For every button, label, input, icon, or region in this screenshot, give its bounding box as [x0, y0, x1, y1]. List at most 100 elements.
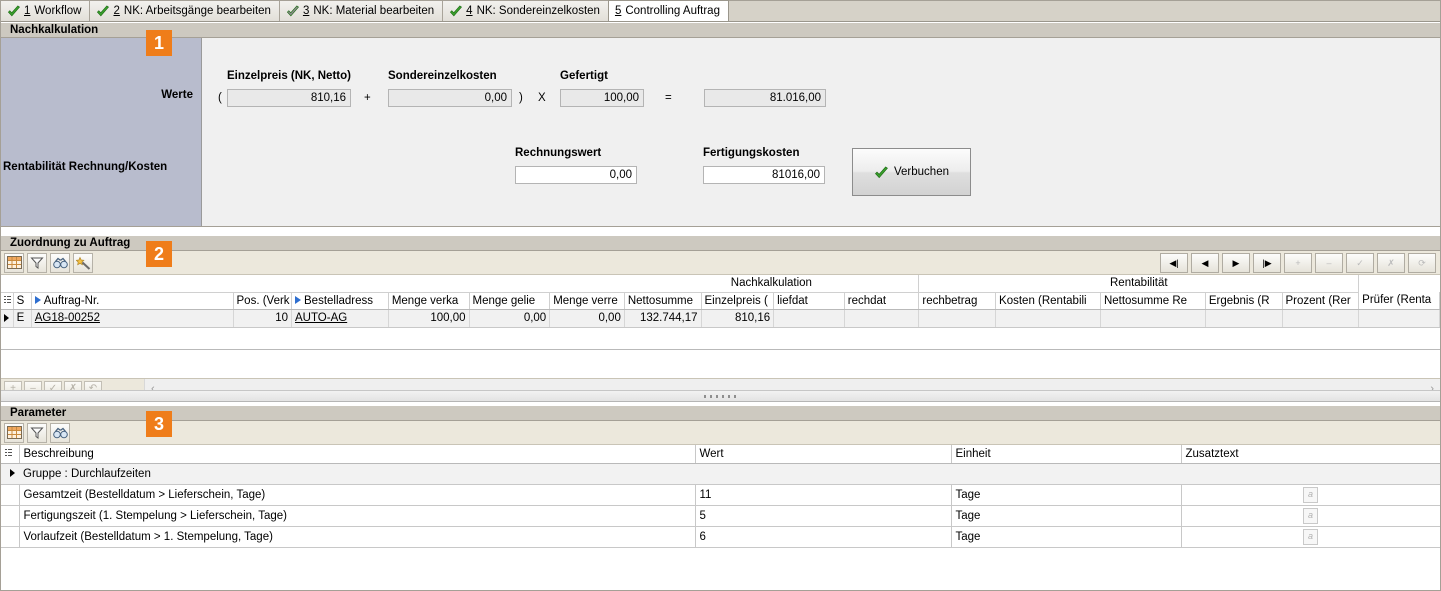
parameter-group-row[interactable]: Gruppe : Durchlaufzeiten [1, 463, 1440, 485]
column-header-pos[interactable]: Pos. (Verk [233, 292, 292, 310]
ergebnis-field[interactable]: 81.016,00 [704, 89, 826, 107]
cell-menge_geliefert[interactable]: 0,00 [469, 309, 551, 328]
tab-number: 4 [466, 5, 473, 17]
cell-s[interactable]: E [13, 309, 32, 328]
link-text[interactable]: AUTO-AG [295, 312, 347, 324]
binoculars-icon[interactable] [50, 422, 70, 443]
column-header-marker[interactable] [1, 292, 14, 310]
tab-2[interactable]: 2 NK: Arbeitsgänge bearbeiten [89, 0, 280, 21]
cell-menge_verkauft[interactable]: 100,00 [388, 309, 470, 328]
grid-layout-icon[interactable] [4, 422, 24, 443]
next-record-button[interactable]: ▶ [1222, 253, 1250, 273]
cell-rechbetrag[interactable] [918, 309, 997, 328]
memo-icon[interactable]: a [1303, 507, 1318, 524]
column-header-rechbetrag[interactable]: rechbetrag [918, 292, 997, 310]
filter-icon[interactable] [27, 252, 47, 273]
tab-4[interactable]: 4 NK: Sondereinzelkosten [442, 0, 609, 21]
horizontal-splitter[interactable] [0, 390, 1441, 402]
column-header-prozent[interactable]: Prozent (Rer [1282, 292, 1360, 310]
cell-nettosumme_rech[interactable] [1100, 309, 1206, 328]
column-chooser-icon[interactable] [4, 295, 11, 305]
sondereinzelkosten-field[interactable]: 0,00 [388, 89, 512, 107]
column-header-auftrag[interactable]: Auftrag-Nr. [31, 292, 234, 310]
memo-icon[interactable]: a [1303, 528, 1318, 545]
last-record-button[interactable]: |▶ [1253, 253, 1281, 273]
cell-einheit[interactable]: Tage [951, 526, 1182, 548]
column-header-s[interactable]: S [13, 292, 32, 310]
column-header-liefdat[interactable]: liefdat [773, 292, 845, 310]
tab-5[interactable]: 5 Controlling Auftrag [607, 0, 729, 21]
tab-number: 3 [302, 5, 310, 17]
tab-3[interactable]: 3 NK: Material bearbeiten [278, 0, 444, 21]
column-chooser-cell[interactable] [1, 445, 20, 464]
column-header-nettosumme[interactable]: Nettosumme [624, 292, 702, 310]
cell-prozent[interactable] [1282, 309, 1360, 328]
column-header-ergebnis[interactable]: Ergebnis (R [1205, 292, 1283, 310]
prev-record-button[interactable]: ◀ [1191, 253, 1219, 273]
parameter-row[interactable]: Fertigungszeit (1. Stempelung > Liefersc… [1, 505, 1441, 527]
rechnungswert-field[interactable]: 0,00 [515, 166, 637, 184]
parameter-column-header[interactable]: Beschreibung [19, 445, 696, 464]
column-chooser-icon[interactable] [5, 449, 12, 459]
wizard-icon[interactable] [73, 252, 93, 273]
fertigungskosten-field[interactable]: 81016,00 [703, 166, 825, 184]
cell-pruefer[interactable] [1358, 309, 1440, 328]
cell-bestelladresse[interactable]: AUTO-AG [291, 309, 389, 328]
label-rentabilitaet-rechnung-kosten: Rentabilität Rechnung/Kosten [3, 161, 168, 173]
parameter-row[interactable]: Vorlaufzeit (Bestelldatum > 1. Stempelun… [1, 526, 1441, 548]
cell-beschreibung[interactable]: Fertigungszeit (1. Stempelung > Liefersc… [19, 505, 696, 527]
cell-einheit[interactable]: Tage [951, 484, 1182, 506]
first-record-button[interactable]: ◀| [1160, 253, 1188, 273]
column-header-nettosumme_rech[interactable]: Nettosumme Re [1100, 292, 1206, 310]
filter-icon[interactable] [27, 422, 47, 443]
column-header-menge_geliefert[interactable]: Menge gelie [469, 292, 551, 310]
parameter-title-text: Parameter [10, 407, 67, 419]
cell-kosten[interactable] [995, 309, 1101, 328]
cell-pos[interactable]: 10 [233, 309, 292, 328]
memo-icon[interactable]: a [1303, 486, 1318, 503]
cell-beschreibung[interactable]: Gesamtzeit (Bestelldatum > Lieferschein,… [19, 484, 696, 506]
parameter-column-header[interactable]: Einheit [951, 445, 1182, 464]
einzelpreis-field[interactable]: 810,16 [227, 89, 351, 107]
cell-rechdat[interactable] [844, 309, 920, 328]
link-text[interactable]: AG18-00252 [35, 312, 100, 324]
cell-wert[interactable]: 11 [695, 484, 952, 506]
parameter-row[interactable]: Gesamtzeit (Bestelldatum > Lieferschein,… [1, 484, 1441, 506]
cell-zusatztext[interactable]: a [1181, 505, 1441, 527]
column-header-einzelpreis[interactable]: Einzelpreis ( [701, 292, 775, 310]
cell-einzelpreis[interactable]: 810,16 [701, 309, 775, 328]
binoculars-icon[interactable] [50, 252, 70, 273]
tab-1[interactable]: 1 Workflow [0, 0, 91, 21]
column-header-menge_verrechnet[interactable]: Menge verre [549, 292, 625, 310]
cell-beschreibung[interactable]: Vorlaufzeit (Bestelldatum > 1. Stempelun… [19, 526, 696, 548]
cell-wert[interactable]: 5 [695, 505, 952, 527]
column-header-menge_verkauft[interactable]: Menge verka [388, 292, 470, 310]
cell-zusatztext[interactable]: a [1181, 526, 1441, 548]
cell-einheit[interactable]: Tage [951, 505, 1182, 527]
tab-label: NK: Sondereinzelkosten [476, 5, 600, 17]
parameter-header-row: Beschreibung Wert Einheit Zusatztext [1, 445, 1441, 464]
main-tab-bar: 1 Workflow 2 NK: Arbeitsgänge bearbeiten 3… [0, 0, 1441, 22]
label-sondereinzelkosten: Sondereinzelkosten [388, 70, 497, 82]
verbuchen-button[interactable]: Verbuchen [852, 148, 971, 196]
cell-menge_verrechnet[interactable]: 0,00 [549, 309, 625, 328]
parameter-column-header[interactable]: Zusatztext [1181, 445, 1441, 464]
cell-liefdat[interactable] [773, 309, 845, 328]
column-header-bestelladresse[interactable]: Bestelladress [291, 292, 389, 310]
cell-auftrag[interactable]: AG18-00252 [31, 309, 234, 328]
column-header-pruefer[interactable]: Prüfer (Renta [1358, 292, 1440, 310]
cell-zusatztext[interactable]: a [1181, 484, 1441, 506]
cell-nettosumme[interactable]: 132.744,17 [624, 309, 702, 328]
cell-wert[interactable]: 6 [695, 526, 952, 548]
table-row[interactable]: E AG18-00252 10 AUTO-AG 100,00 0,00 0,00 132.74… [1, 309, 1440, 328]
column-group-header: Nachkalkulation [624, 275, 920, 293]
cell-ergebnis[interactable] [1205, 309, 1283, 328]
cell-marker[interactable] [1, 309, 14, 328]
record-navigator: ◀| ◀ ▶ |▶ + – ✓ ✗ ⟳ [1160, 253, 1436, 273]
column-header-rechdat[interactable]: rechdat [844, 292, 920, 310]
gefertigt-field[interactable]: 100,00 [560, 89, 644, 107]
column-header-kosten[interactable]: Kosten (Rentabili [995, 292, 1101, 310]
column-header-label: Menge gelie [472, 294, 536, 307]
grid-layout-icon[interactable] [4, 252, 24, 273]
parameter-column-header[interactable]: Wert [695, 445, 952, 464]
